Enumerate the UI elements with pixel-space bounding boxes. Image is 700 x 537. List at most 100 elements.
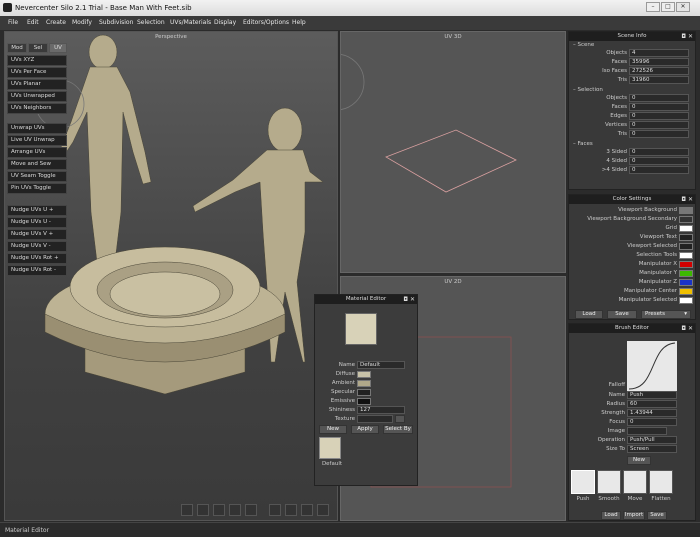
material-select-by-button[interactable]: Select By	[383, 425, 413, 434]
uvs-per-face-button[interactable]: UVs Per Face	[7, 67, 67, 78]
texture-field[interactable]	[357, 415, 393, 423]
uvs-neighbors-button[interactable]: UVs Neighbors	[7, 103, 67, 114]
live-uv-unwrap-button[interactable]: Live UV Unwrap	[7, 135, 67, 146]
menu-editors-options[interactable]: Editors/Options	[243, 19, 289, 26]
brush-new-button[interactable]: New	[627, 456, 651, 465]
close-button[interactable]: ✕	[676, 2, 690, 12]
uvs-xyz-button[interactable]: UVs XYZ	[7, 55, 67, 66]
texture-browse-button[interactable]	[395, 415, 405, 423]
uvs-planar-button[interactable]: UVs Planar	[7, 79, 67, 90]
color-swatch[interactable]	[679, 243, 693, 250]
radius-field[interactable]: 60	[627, 400, 677, 408]
material-apply-button[interactable]: Apply	[351, 425, 379, 434]
material-editor-window: Material Editor ◘ ✕ Name Default Diffuse A…	[314, 294, 418, 486]
nudge-v-plus-button[interactable]: Nudge UVs V +	[7, 229, 67, 240]
select-edge-icon[interactable]	[213, 504, 225, 516]
color-swatch[interactable]	[679, 216, 693, 223]
material-name-field[interactable]: Default	[357, 361, 405, 369]
panel-close-icon[interactable]: ◘ ✕	[403, 295, 415, 304]
focus-label: Focus	[609, 419, 625, 425]
sel-row-tris: Tris	[617, 131, 627, 137]
maximize-button[interactable]: □	[661, 2, 675, 12]
color-swatch[interactable]	[679, 270, 693, 277]
image-field[interactable]	[627, 427, 667, 435]
color-swatch[interactable]	[679, 234, 693, 241]
menu-uvs-materials[interactable]: UVs/Materials	[170, 19, 211, 26]
mode-uv-button[interactable]: UV	[49, 43, 67, 53]
color-swatch[interactable]	[679, 288, 693, 295]
pin-uvs-toggle-button[interactable]: Pin UVs Toggle	[7, 183, 67, 194]
shininess-field[interactable]: 127	[357, 406, 405, 414]
nudge-v-minus-button[interactable]: Nudge UVs V -	[7, 241, 67, 252]
menu-create[interactable]: Create	[46, 19, 66, 26]
title-bar: Nevercenter Silo 2.1 Trial - Base Man Wi…	[0, 0, 700, 16]
move-tool-icon[interactable]	[269, 504, 281, 516]
minimize-button[interactable]: –	[646, 2, 660, 12]
uv3d-viewport[interactable]: UV 3D	[340, 31, 566, 273]
arrange-uvs-button[interactable]: Arrange UVs	[7, 147, 67, 158]
mode-mod-button[interactable]: Mod	[7, 43, 27, 53]
cube-icon[interactable]	[245, 504, 257, 516]
panel-close-icon[interactable]: ◘ ✕	[681, 324, 693, 333]
operation-dropdown[interactable]: Push/Pull	[627, 436, 677, 444]
select-vertex-icon[interactable]	[229, 504, 241, 516]
nudge-u-plus-button[interactable]: Nudge UVs U +	[7, 205, 67, 216]
menu-display[interactable]: Display	[214, 19, 236, 26]
panel-close-icon[interactable]: ◘ ✕	[681, 195, 693, 204]
color-swatch[interactable]	[679, 252, 693, 259]
move-and-sew-button[interactable]: Move and Sew	[7, 159, 67, 170]
nudge-rot-minus-button[interactable]: Nudge UVs Rot -	[7, 265, 67, 276]
strength-field[interactable]: 1.43944	[627, 409, 677, 417]
brush-load-button[interactable]: Load	[601, 511, 621, 520]
menu-edit[interactable]: Edit	[27, 19, 39, 26]
menu-help[interactable]: Help	[292, 19, 306, 26]
nudge-rot-plus-button[interactable]: Nudge UVs Rot +	[7, 253, 67, 264]
color-swatch[interactable]	[679, 297, 693, 304]
color-swatch[interactable]	[679, 261, 693, 268]
scene-section-label: – Scene	[573, 42, 595, 48]
color-swatch[interactable]	[679, 279, 693, 286]
uvs-unwrapped-button[interactable]: UVs Unwrapped	[7, 91, 67, 102]
focus-field[interactable]: 0	[627, 418, 677, 426]
mode-sel-button[interactable]: Sel	[28, 43, 48, 53]
presets-dropdown[interactable]: Presets ▾	[641, 310, 691, 319]
brush-import-button[interactable]: Import	[623, 511, 645, 520]
brush-thumbnail[interactable]	[571, 470, 595, 494]
color-save-button[interactable]: Save	[607, 310, 637, 319]
brush-thumbnail[interactable]	[597, 470, 621, 494]
color-swatch[interactable]	[679, 207, 693, 214]
panel-close-icon[interactable]: ◘ ✕	[681, 32, 693, 41]
material-prop-swatch[interactable]	[357, 371, 371, 378]
material-prop-swatch[interactable]	[357, 398, 371, 405]
material-name-label: Name	[338, 362, 355, 368]
color-swatch[interactable]	[679, 225, 693, 232]
rotate-tool-icon[interactable]	[285, 504, 297, 516]
manipulator-icon[interactable]	[317, 504, 329, 516]
menu-modify[interactable]: Modify	[72, 19, 92, 26]
select-face-icon[interactable]	[197, 504, 209, 516]
brush-save-button[interactable]: Save	[647, 511, 667, 520]
material-swatch-default[interactable]	[319, 437, 341, 459]
menu-subdivision[interactable]: Subdivision	[99, 19, 133, 26]
sel-faces-value: 0	[629, 103, 689, 111]
brush-name-field[interactable]: Push	[627, 391, 677, 399]
faces-gt4sided-value: 0	[629, 166, 689, 174]
scale-tool-icon[interactable]	[301, 504, 313, 516]
material-prop-swatch[interactable]	[357, 389, 371, 396]
material-prop-label: Diffuse	[335, 371, 355, 377]
color-load-button[interactable]: Load	[575, 310, 603, 319]
unwrap-uvs-button[interactable]: Unwrap UVs	[7, 123, 67, 134]
falloff-curve[interactable]	[627, 341, 677, 391]
sizeto-dropdown[interactable]: Screen	[627, 445, 677, 453]
brush-thumbnail[interactable]	[649, 470, 673, 494]
scene-objects-value: 4	[629, 49, 689, 57]
material-new-button[interactable]: New	[319, 425, 347, 434]
menu-file[interactable]: File	[8, 19, 18, 26]
menu-selection[interactable]: Selection	[137, 19, 165, 26]
material-prop-swatch[interactable]	[357, 380, 371, 387]
nudge-u-minus-button[interactable]: Nudge UVs U -	[7, 217, 67, 228]
uv-seam-toggle-button[interactable]: UV Seam Toggle	[7, 171, 67, 182]
selection-section-label: – Selection	[573, 87, 603, 93]
brush-thumbnail[interactable]	[623, 470, 647, 494]
select-object-icon[interactable]	[181, 504, 193, 516]
